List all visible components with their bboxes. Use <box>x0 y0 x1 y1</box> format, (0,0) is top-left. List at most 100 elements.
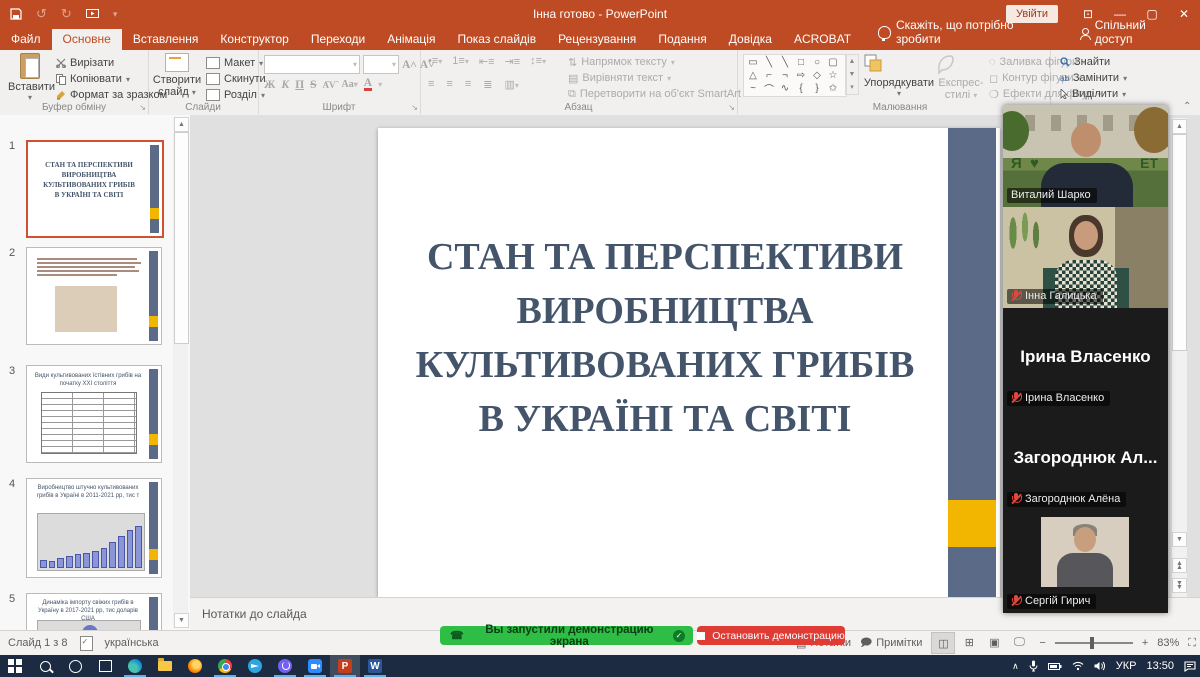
language-indicator[interactable]: українська <box>105 637 159 649</box>
font-size-combobox[interactable]: ▾ <box>363 55 399 74</box>
cortana-button[interactable] <box>60 655 90 677</box>
section-button[interactable]: Розділ▾ <box>206 87 266 103</box>
underline-button[interactable]: П <box>295 79 304 91</box>
scroll-down-icon[interactable]: ▼ <box>174 613 189 628</box>
participant-tile[interactable]: Ірина Власенко Ірина Власенко <box>1003 308 1168 410</box>
tab-review[interactable]: Рецензування <box>547 29 647 50</box>
taskbar-chrome[interactable] <box>210 655 240 677</box>
replace-button[interactable]: ab Замінити▾ <box>1060 70 1127 86</box>
decrease-indent-icon[interactable]: ⇤≡ <box>479 55 495 68</box>
tab-animations[interactable]: Анімація <box>376 29 446 50</box>
task-view-button[interactable] <box>90 655 120 677</box>
paragraph-dialog-launcher-icon[interactable]: ↘ <box>728 103 735 112</box>
taskbar-firefox[interactable] <box>180 655 210 677</box>
slideshow-view-button[interactable]: 🖵 <box>1008 632 1030 652</box>
slide-sorter-view-button[interactable]: ⊞ <box>958 632 980 652</box>
taskbar-word[interactable]: W <box>360 655 390 677</box>
taskbar-viber[interactable] <box>270 655 300 677</box>
taskbar-zoom[interactable] <box>300 655 330 677</box>
taskbar-file-explorer[interactable] <box>150 655 180 677</box>
thumbnail-slide-1[interactable]: СТАН ТА ПЕРСПЕКТИВИВИРОБНИЦТВАКУЛЬТИВОВА… <box>26 140 164 238</box>
slide-title-text[interactable]: СТАН ТА ПЕРСПЕКТИВИ ВИРОБНИЦТВА КУЛЬТИВО… <box>406 230 924 446</box>
layout-button[interactable]: Макет▾ <box>206 55 266 71</box>
columns-icon[interactable]: ▥▾ <box>504 78 518 91</box>
tab-view[interactable]: Подання <box>647 29 717 50</box>
line-spacing-icon[interactable]: ↕≡▾ <box>530 55 546 68</box>
convert-smartart-button[interactable]: ⧉ Перетворити на об'єкт SmartArt▾ <box>568 86 749 102</box>
align-text-button[interactable]: ▤ Вирівняти текст▾ <box>568 70 749 86</box>
taskbar-edge[interactable] <box>120 655 150 677</box>
zoom-in-icon[interactable]: + <box>1142 637 1148 649</box>
clock[interactable]: 13:50 <box>1146 660 1174 672</box>
taskbar-search-button[interactable] <box>30 655 60 677</box>
taskbar-telegram[interactable] <box>240 655 270 677</box>
wifi-icon[interactable] <box>1072 661 1084 671</box>
font-name-combobox[interactable]: ▾ <box>264 55 360 74</box>
quick-styles-button[interactable]: Експрес- стилі ▾ <box>935 53 987 101</box>
find-button[interactable]: Знайти <box>1060 54 1127 70</box>
italic-button[interactable]: К <box>281 79 289 91</box>
arrange-button[interactable]: Упорядкувати ▾ <box>863 53 935 98</box>
scrollbar-thumb[interactable] <box>1172 134 1187 351</box>
select-button[interactable]: Виділити▾ <box>1060 86 1127 102</box>
zoom-out-icon[interactable]: − <box>1039 637 1045 649</box>
thumbnail-slide-3[interactable]: Види культивованих їстівних грибів на по… <box>26 365 162 463</box>
tab-insert[interactable]: Вставлення <box>122 29 210 50</box>
microphone-tray-icon[interactable] <box>1029 660 1038 672</box>
text-direction-button[interactable]: ⇅ Напрямок тексту▾ <box>568 54 749 70</box>
font-dialog-launcher-icon[interactable]: ↘ <box>411 103 418 112</box>
clipboard-dialog-launcher-icon[interactable]: ↘ <box>139 103 146 112</box>
bullets-icon[interactable]: •≡▾ <box>428 55 442 68</box>
main-scrollbar[interactable]: ▲ ▼ ▲▲ ▼▼ <box>1171 118 1187 598</box>
participant-tile[interactable]: Сергій Гирич <box>1003 511 1168 613</box>
comments-toggle[interactable]: 🗩Примітки <box>860 634 922 653</box>
previous-slide-icon[interactable]: ▲▲ <box>1172 558 1187 573</box>
tab-transitions[interactable]: Переходи <box>300 29 376 50</box>
tab-slideshow[interactable]: Показ слайдів <box>446 29 547 50</box>
volume-icon[interactable] <box>1094 661 1106 671</box>
battery-icon[interactable] <box>1048 662 1062 671</box>
scroll-up-icon[interactable]: ▲ <box>1172 119 1187 134</box>
shapes-scroll-arrows[interactable]: ▲▼▾ <box>845 54 859 95</box>
slide-canvas[interactable]: СТАН ТА ПЕРСПЕКТИВИ ВИРОБНИЦТВА КУЛЬТИВО… <box>378 128 1000 597</box>
new-slide-button[interactable]: Створити слайд ▾ <box>152 53 202 98</box>
align-left-icon[interactable]: ≡ <box>428 78 434 91</box>
justify-icon[interactable]: ≣ <box>483 78 492 91</box>
tell-me-box[interactable]: Скажіть, що потрібно зробити <box>862 15 1070 50</box>
zoom-slider[interactable] <box>1055 642 1133 644</box>
grow-font-icon[interactable]: A˄ <box>402 59 417 71</box>
thumbnail-scrollbar[interactable]: ▲ ▼ <box>173 117 188 628</box>
tab-acrobat[interactable]: ACROBAT <box>783 29 862 50</box>
reading-view-button[interactable]: ▣ <box>983 632 1005 652</box>
bold-button[interactable]: Ж <box>264 79 275 91</box>
keyboard-language[interactable]: УКР <box>1116 660 1137 672</box>
reset-button[interactable]: Скинути <box>206 71 266 87</box>
change-case-icon[interactable]: Aa▾ <box>342 79 358 90</box>
thumbnail-slide-5[interactable]: Динаміка імпорту свіжих грибів в Україну… <box>26 593 162 632</box>
stop-share-button[interactable]: Остановить демонстрацию <box>697 626 845 645</box>
participant-tile[interactable]: Загороднюк Ал... Загороднюк Алёна <box>1003 410 1168 512</box>
thumbnail-slide-2[interactable] <box>26 247 162 345</box>
tab-help[interactable]: Довідка <box>718 29 783 50</box>
scroll-down-icon[interactable]: ▼ <box>1172 532 1187 547</box>
participant-tile[interactable]: Інна Галицька <box>1003 207 1168 309</box>
spellcheck-icon[interactable] <box>80 636 93 651</box>
scrollbar-thumb[interactable] <box>174 132 189 344</box>
increase-indent-icon[interactable]: ⇥≡ <box>505 55 521 68</box>
numbering-icon[interactable]: 1≡▾ <box>452 55 469 68</box>
normal-view-button[interactable]: ◫ <box>931 632 955 654</box>
collapse-ribbon-icon[interactable]: ⌃ <box>1183 101 1191 112</box>
thumbnail-slide-4[interactable]: Виробництво штучно культивованих грибів … <box>26 478 162 578</box>
tab-home[interactable]: Основне <box>52 29 122 50</box>
show-hidden-icons-chevron[interactable]: ∧ <box>1012 661 1019 672</box>
share-button[interactable]: Спільний доступ <box>1070 15 1200 50</box>
participant-tile[interactable]: Я ♥ЕТ Виталий Шарко <box>1003 105 1168 207</box>
strikethrough-button[interactable]: S <box>310 79 316 91</box>
scroll-up-icon[interactable]: ▲ <box>174 117 189 132</box>
fit-to-window-icon[interactable]: ⛶ <box>1188 637 1196 650</box>
tab-file[interactable]: Файл <box>0 29 52 50</box>
align-right-icon[interactable]: ≡ <box>465 78 471 91</box>
paste-button[interactable]: Вставити ▾ <box>8 53 52 102</box>
next-slide-icon[interactable]: ▼▼ <box>1172 578 1187 593</box>
tab-design[interactable]: Конструктор <box>209 29 299 50</box>
